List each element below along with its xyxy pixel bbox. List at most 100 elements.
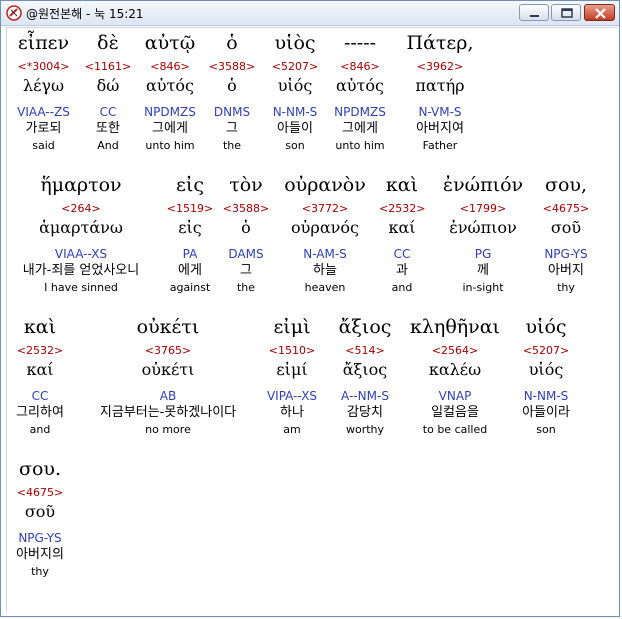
strong-number[interactable]: <5207> (262, 59, 328, 74)
word-block[interactable]: ὁ <3588> ὁ DNMS 그 the (205, 30, 259, 153)
english-gloss: and (391, 281, 413, 294)
strong-number[interactable]: <3772> (280, 201, 370, 216)
greek-word: Πάτερ, (406, 32, 474, 54)
lexical-form: ἐνώπιον (449, 218, 517, 237)
korean-gloss: 그에게 (342, 121, 378, 136)
korean-gloss: 그 (226, 121, 238, 136)
title-bar[interactable]: @원전본해 - 눅 15:21 (1, 1, 619, 26)
strong-number[interactable]: <514> (331, 343, 399, 358)
english-gloss: am (283, 423, 301, 436)
greek-word: ἥμαρτον (40, 174, 122, 196)
word-block[interactable]: οὐρανὸν <3772> οὐρανός N-AM-S 하늘 heaven (280, 172, 370, 295)
word-block[interactable]: σου. <4675> σοῦ NPG-YS 아버지의 thy (7, 456, 73, 579)
lexical-form: εἰμί (276, 360, 308, 379)
parsing-code: VIAA--ZS (17, 105, 70, 119)
word-block[interactable]: εἶπεν <*3004> λέγω VIAA--ZS 가로되 said (7, 30, 80, 153)
strong-number[interactable]: <3962> (399, 59, 481, 74)
word-block[interactable]: υἱός <5207> υἱός N-NM-S 아들이라 son (511, 314, 581, 437)
lexical-form: ἁμαρτάνω (39, 218, 123, 237)
strong-number[interactable]: <264> (7, 201, 155, 216)
lexical-form: υἱός (528, 360, 564, 379)
app-logo-icon (6, 5, 22, 21)
strong-number[interactable]: <2564> (405, 343, 505, 358)
korean-gloss: 께 (477, 263, 489, 278)
lexical-form: καλέω (428, 360, 482, 379)
word-block[interactable]: ἐνώπιόν <1799> ἐνώπιον PG 께 in-sight (435, 172, 531, 295)
lexical-form: εἰς (178, 218, 202, 237)
korean-gloss: 하나 (280, 405, 304, 420)
greek-word: υἱός (525, 316, 567, 338)
maximize-icon (561, 8, 573, 18)
lexical-form: πατήρ (415, 76, 465, 95)
parsing-code: VIAA--XS (54, 247, 108, 261)
interlinear-view[interactable]: εἶπεν <*3004> λέγω VIAA--ZS 가로되 said δὲ … (6, 27, 617, 612)
window-title: @원전본해 - 눅 15:21 (26, 7, 144, 21)
english-gloss: unto him (335, 139, 385, 152)
close-button[interactable] (584, 4, 615, 21)
word-block[interactable]: υἱὸς <5207> υἱός N-NM-S 아들이 son (262, 30, 328, 153)
english-gloss: worthy (345, 423, 385, 436)
strong-number[interactable]: <846> (135, 59, 205, 74)
english-gloss: thy (31, 565, 49, 578)
english-gloss: no more (145, 423, 191, 436)
english-gloss: son (536, 423, 556, 436)
strong-number[interactable]: <1161> (77, 59, 139, 74)
word-block[interactable]: εἰμὶ <1510> εἰμί VIPA--XS 하나 am (259, 314, 325, 437)
english-gloss: to be called (422, 423, 488, 436)
korean-gloss: 일컬음을 (431, 405, 479, 420)
strong-number[interactable]: <4675> (7, 485, 73, 500)
word-block[interactable]: κληθῆναι <2564> καλέω VNAP 일컬음을 to be ca… (405, 314, 505, 437)
word-block[interactable]: Πάτερ, <3962> πατήρ N-VM-S 아버지여 Father (399, 30, 481, 153)
parsing-code: N-VM-S (418, 105, 462, 119)
app-window: @원전본해 - 눅 15:21 εἶπεν <*3004> λέγω VIAA-… (0, 0, 620, 617)
strong-number[interactable]: <2532> (7, 343, 73, 358)
word-block[interactable]: ἥμαρτον <264> ἁμαρτάνω VIAA--XS 내가-죄를 얻었… (7, 172, 155, 295)
parsing-code: NPDMZS (334, 105, 386, 119)
lexical-form: υἱός (277, 76, 313, 95)
lexical-form: ὁ (241, 218, 251, 237)
word-block[interactable]: σου, <4675> σοῦ NPG-YS 아버지 thy (533, 172, 599, 295)
word-block[interactable]: ἄξιος <514> ἄξιος A--NM-S 감당치 worthy (331, 314, 399, 437)
minimize-button[interactable] (519, 4, 549, 21)
maximize-button[interactable] (551, 4, 581, 21)
parsing-code: N-NM-S (523, 389, 569, 403)
english-gloss: heaven (304, 281, 346, 294)
parsing-code: NPG-YS (18, 531, 62, 545)
korean-gloss: 에게 (178, 263, 202, 278)
greek-word: δὲ (97, 32, 119, 54)
strong-number[interactable]: <846> (327, 59, 393, 74)
strong-number[interactable]: <1510> (259, 343, 325, 358)
word-block[interactable]: αὐτῷ <846> αὐτός NPDMZS 그에게 unto him (135, 30, 205, 153)
parsing-code: DNMS (213, 105, 251, 119)
strong-number[interactable]: <1519> (162, 201, 218, 216)
korean-gloss: 아버지의 (16, 547, 64, 562)
word-block[interactable]: δὲ <1161> δώ CC 또한 And (77, 30, 139, 153)
word-block[interactable]: τὸν <3588> ὁ DAMS 그 the (218, 172, 274, 295)
strong-number[interactable]: <4675> (533, 201, 599, 216)
english-gloss: said (32, 139, 55, 152)
word-block[interactable]: εἰς <1519> εἰς PA 에게 against (162, 172, 218, 295)
greek-word: οὐρανὸν (284, 174, 366, 196)
word-block[interactable]: οὐκέτι <3765> οὐκέτι AB 지금부터는-못하겠나이다 no … (79, 314, 257, 437)
korean-gloss: 아들이 (277, 121, 313, 136)
lexical-form: δώ (96, 76, 120, 95)
strong-number[interactable]: <3765> (79, 343, 257, 358)
korean-gloss: 내가-죄를 얻었사오니 (22, 263, 140, 278)
strong-number[interactable]: <3588> (218, 201, 274, 216)
parsing-code: PA (182, 247, 198, 261)
word-block[interactable]: καὶ <2532> καί CC 과 and (379, 172, 425, 295)
strong-number[interactable]: <5207> (511, 343, 581, 358)
strong-number[interactable]: <2532> (379, 201, 425, 216)
word-block[interactable]: ----- <846> αὐτός NPDMZS 그에게 unto him (327, 30, 393, 153)
korean-gloss: 아들이라 (522, 405, 570, 420)
english-gloss: the (236, 281, 256, 294)
greek-word: αὐτῷ (144, 32, 196, 54)
strong-number[interactable]: <*3004> (7, 59, 80, 74)
word-block[interactable]: καὶ <2532> καί CC 그리하여 and (7, 314, 73, 437)
english-gloss: unto him (145, 139, 195, 152)
lexical-form: οὐκέτι (141, 360, 195, 379)
greek-word: ἄξιος (338, 316, 392, 338)
strong-number[interactable]: <3588> (205, 59, 259, 74)
strong-number[interactable]: <1799> (435, 201, 531, 216)
parsing-code: DAMS (228, 247, 264, 261)
